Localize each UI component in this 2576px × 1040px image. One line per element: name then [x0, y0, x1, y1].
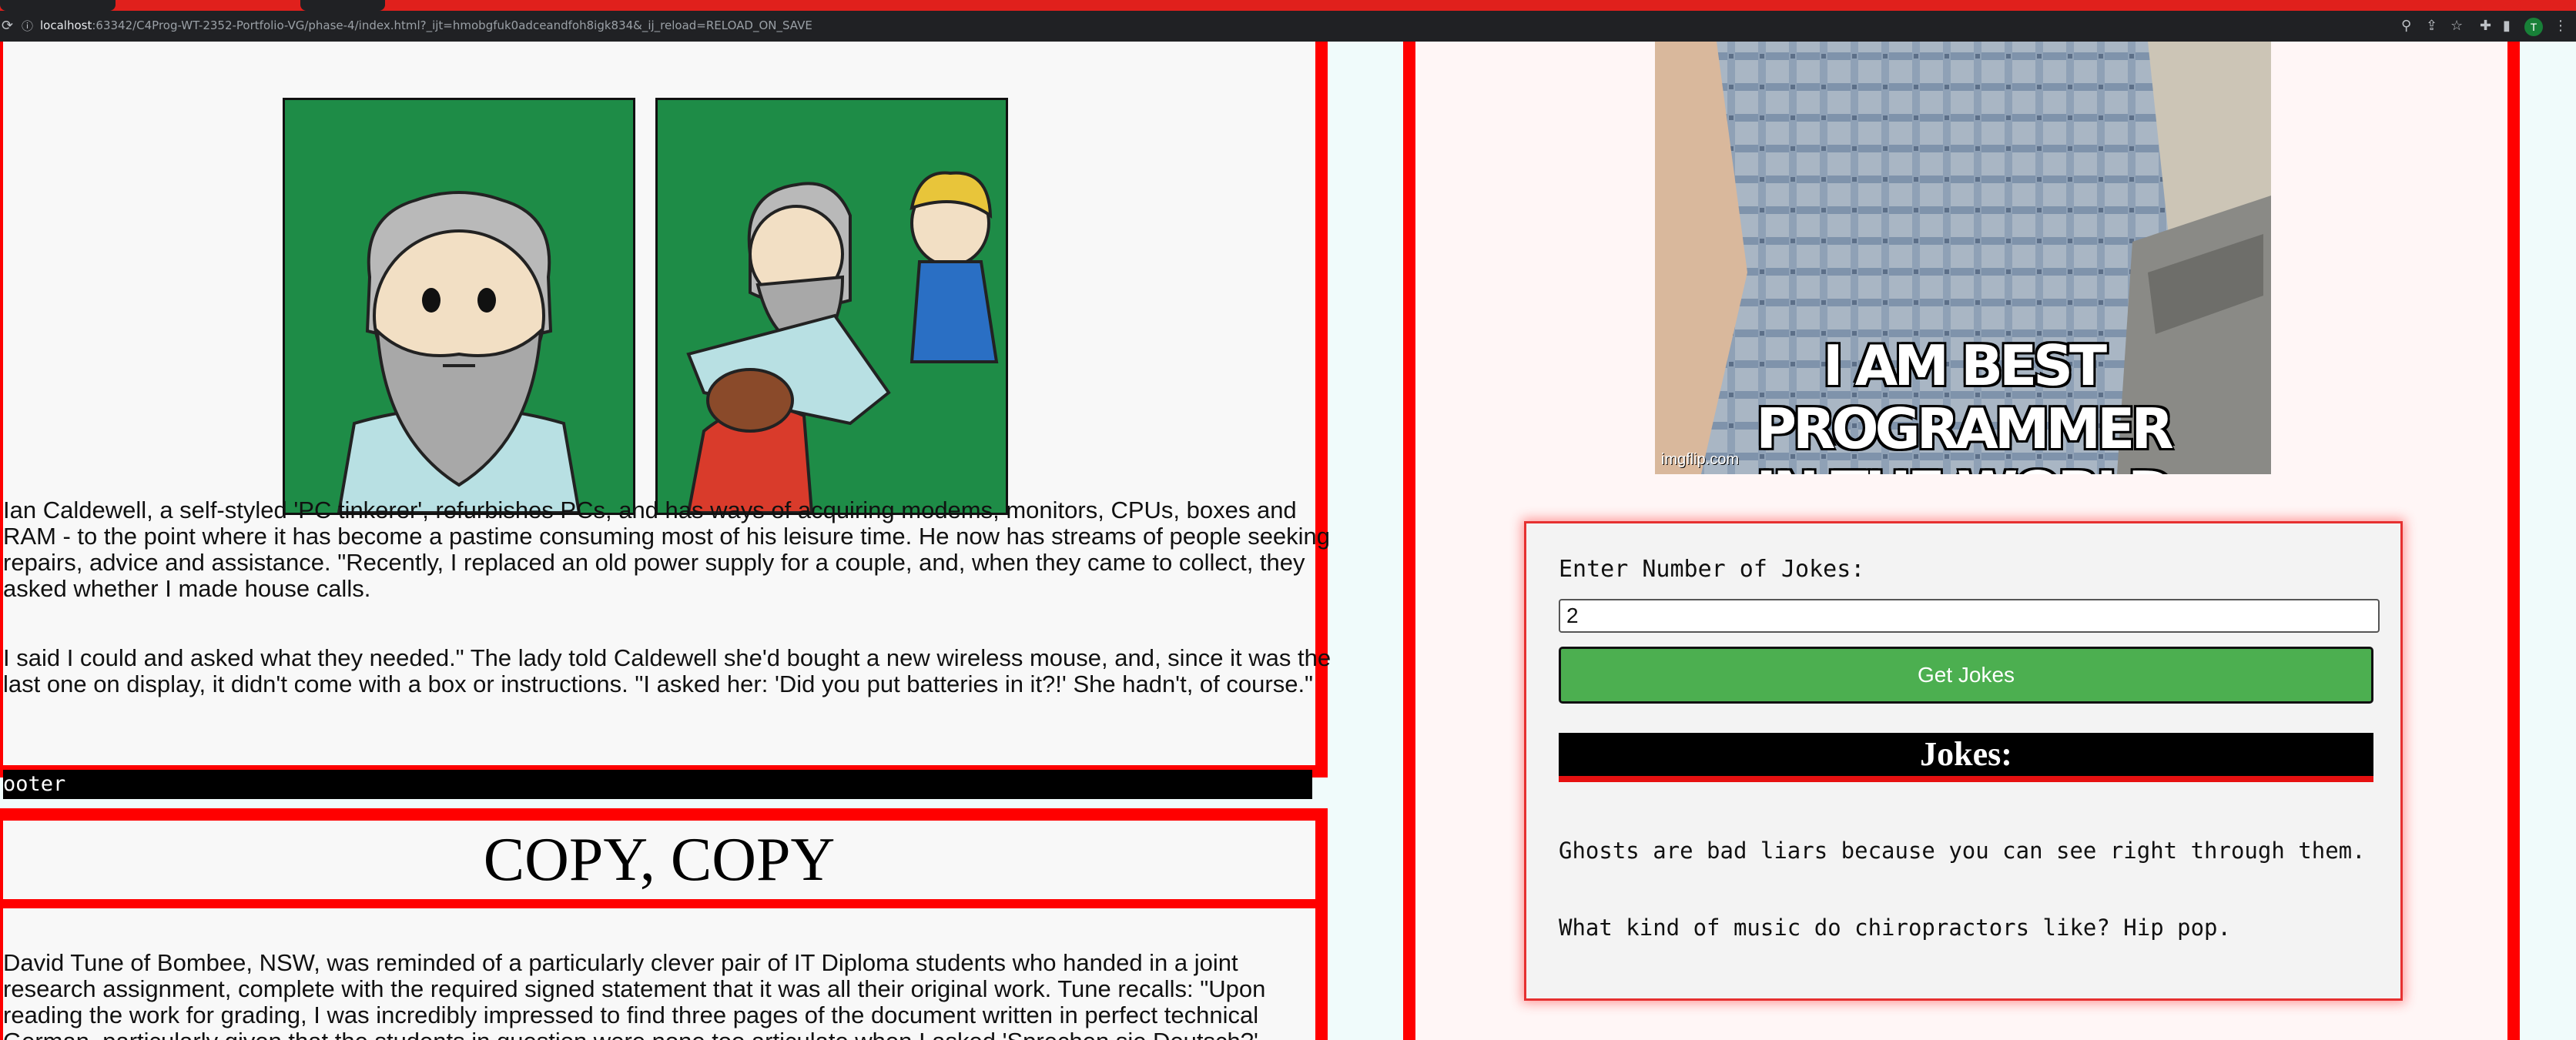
- number-of-jokes-input[interactable]: [1559, 599, 2380, 633]
- copy-title-box: COPY, COPY: [3, 821, 1315, 908]
- zoom-icon[interactable]: ⚲: [2401, 17, 2411, 35]
- meme-caption: I AM BEST PROGRAMMER IN THE WORLD: [1655, 334, 2271, 474]
- comic-image: [283, 98, 1008, 515]
- story-paragraph-2-line-2: last one on display, it didn't come with…: [3, 670, 1314, 697]
- reload-icon[interactable]: ⟳: [2, 17, 13, 35]
- story-paragraph-1-line-2: RAM - to the point where it has become a…: [3, 523, 1331, 550]
- menu-kebab-icon[interactable]: ⋮: [2554, 17, 2568, 35]
- joke-item-2: What kind of music do chiropractors like…: [1559, 915, 2231, 941]
- copy-paragraph-line-4: German, particularly given that the stud…: [3, 1028, 1258, 1040]
- story-paragraph-1-line-3: repairs, advice and assistance. "Recentl…: [3, 549, 1305, 576]
- url-path: :63342/C4Prog-WT-2352-Portfolio-VG/phase…: [92, 18, 812, 32]
- story-section: Ian Caldewell, a self-styled 'PC tinkere…: [0, 42, 1332, 799]
- bookmark-star-icon[interactable]: ☆: [2450, 17, 2463, 35]
- story-paragraph-1-line-1: Ian Caldewell, a self-styled 'PC tinkere…: [3, 497, 1297, 523]
- browser-tab[interactable]: [0, 0, 116, 11]
- extensions-icon[interactable]: ✚: [2480, 17, 2491, 35]
- site-info-icon[interactable]: ⓘ: [22, 17, 33, 35]
- jokes-heading: Jokes:: [1559, 733, 2373, 782]
- meme-caption-line-1: I AM BEST PROGRAMMER: [1756, 333, 2174, 461]
- story-paragraph-2-line-1: I said I could and asked what they neede…: [3, 644, 1332, 671]
- joke-item-1: Ghosts are bad liars because you can see…: [1559, 838, 2366, 864]
- meme-caption-line-2: IN THE WORLD: [1655, 460, 2271, 474]
- get-jokes-button[interactable]: Get Jokes: [1559, 647, 2373, 704]
- meme-watermark: imgflip.com: [1661, 451, 1740, 468]
- url-host: localhost: [40, 18, 92, 32]
- copy-paragraph-line-1: David Tune of Bombee, NSW, was reminded …: [3, 949, 1238, 976]
- programmer-meme-image: I AM BEST PROGRAMMER IN THE WORLD imgfli…: [1655, 42, 2271, 474]
- section-footer: ooter: [3, 770, 1312, 799]
- copy-paragraph-line-2: research assignment, complete with the r…: [3, 975, 1266, 1002]
- comic-panel-left: [283, 98, 635, 515]
- copy-paragraph-line-3: reading the work for grading, I was incr…: [3, 1002, 1259, 1028]
- number-of-jokes-label: Enter Number of Jokes:: [1559, 556, 1865, 583]
- page-right-margin: [2520, 42, 2576, 1040]
- side-panel-icon[interactable]: ▮: [2503, 17, 2511, 35]
- story-paragraph-1-line-4: asked whether I made house calls.: [3, 575, 371, 602]
- comic-panel-right: [655, 98, 1008, 515]
- address-bar[interactable]: ⟳ ⓘ localhost:63342/C4Prog-WT-2352-Portf…: [0, 11, 2576, 42]
- browser-tab-active[interactable]: [300, 0, 385, 11]
- browser-tab-strip: [0, 0, 2576, 11]
- share-icon[interactable]: ⇪: [2426, 17, 2437, 35]
- copy-section: COPY, COPY David Tune of Bombee, NSW, wa…: [0, 808, 1328, 1040]
- copy-title: COPY, COPY: [483, 826, 836, 894]
- jokes-form-panel: Enter Number of Jokes: Get Jokes Jokes: …: [1524, 521, 2403, 1001]
- url-text[interactable]: localhost:63342/C4Prog-WT-2352-Portfolio…: [40, 18, 812, 32]
- profile-avatar[interactable]: T: [2524, 18, 2543, 36]
